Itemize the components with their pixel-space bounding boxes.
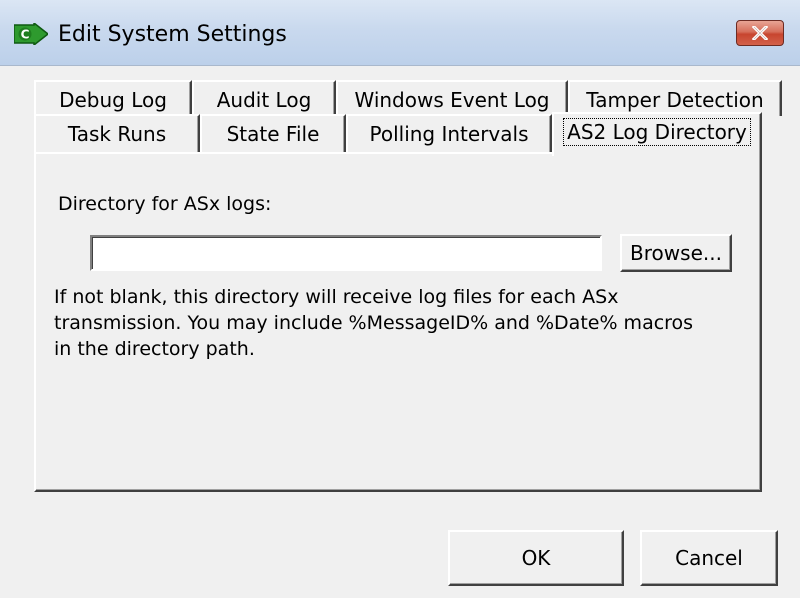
tab-label: Debug Log	[59, 88, 167, 112]
tab-label: Polling Intervals	[369, 122, 529, 146]
tab-as2-log-directory[interactable]: AS2 Log Directory	[552, 112, 762, 156]
tab-state-file[interactable]: State File	[200, 114, 346, 154]
tab-debug-log[interactable]: Debug Log	[34, 80, 192, 116]
svg-text:C: C	[21, 28, 30, 42]
title-bar[interactable]: C Edit System Settings	[0, 0, 800, 66]
browse-button-label: Browse...	[630, 241, 722, 265]
cancel-button[interactable]: Cancel	[640, 530, 778, 586]
tab-windows-event-log[interactable]: Windows Event Log	[336, 80, 568, 116]
tab-label: State File	[226, 122, 320, 146]
tab-audit-log[interactable]: Audit Log	[192, 80, 336, 116]
ok-button[interactable]: OK	[448, 530, 624, 586]
tab-label: Windows Event Log	[354, 88, 550, 112]
tab-polling-intervals[interactable]: Polling Intervals	[346, 114, 552, 154]
app-logo-icon: C	[14, 23, 48, 45]
tab-label: AS2 Log Directory	[563, 118, 751, 146]
browse-button[interactable]: Browse...	[620, 234, 732, 272]
window-title: Edit System Settings	[58, 22, 287, 47]
help-text: If not blank, this directory will receiv…	[54, 286, 694, 360]
close-icon	[752, 26, 768, 40]
tab-label: Tamper Detection	[586, 88, 764, 112]
tab-label: Audit Log	[216, 88, 312, 112]
tab-tamper-detection[interactable]: Tamper Detection	[568, 80, 782, 116]
tab-panel: Directory for ASx logs: Browse... If not…	[34, 152, 762, 492]
cancel-button-label: Cancel	[675, 546, 743, 570]
directory-input[interactable]	[90, 235, 602, 271]
directory-label: Directory for ASx logs:	[58, 193, 272, 215]
ok-button-label: OK	[521, 546, 551, 570]
tab-task-runs[interactable]: Task Runs	[34, 114, 200, 154]
close-button[interactable]	[736, 20, 784, 46]
tab-label: Task Runs	[67, 122, 167, 146]
